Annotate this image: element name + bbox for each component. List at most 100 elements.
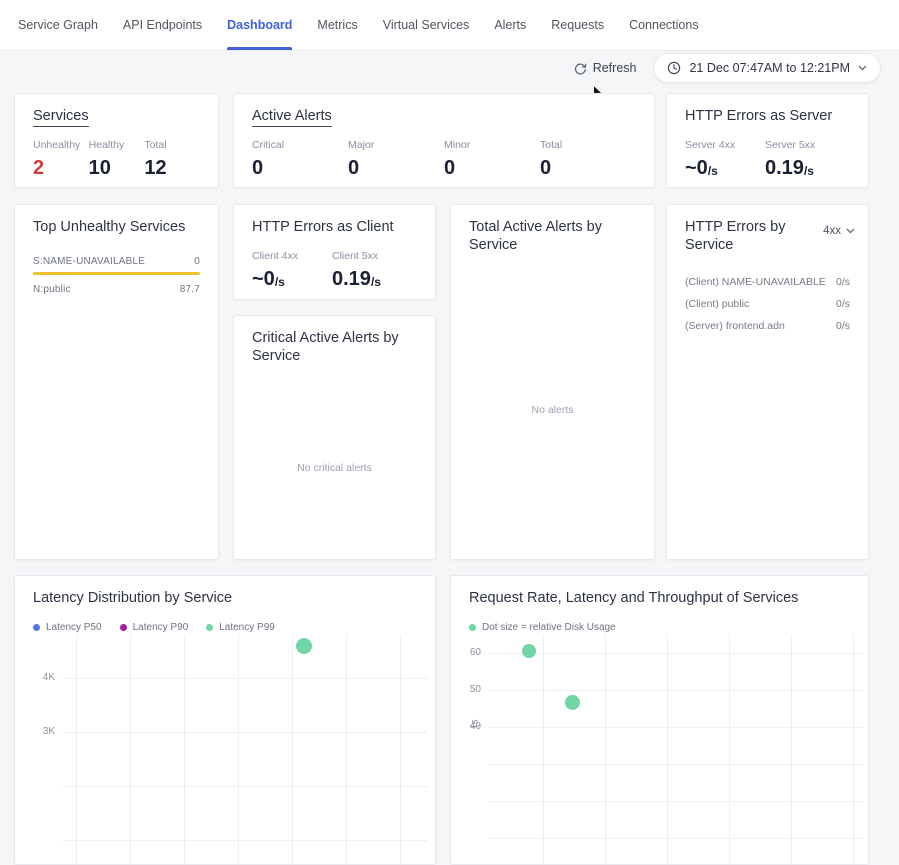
error-class-dropdown[interactable]: 4xx bbox=[823, 225, 855, 237]
stat-client-4xx: Client 4xx ~0/s bbox=[252, 250, 332, 289]
critical-alerts-by-service-card: Critical Active Alerts by Service No cri… bbox=[233, 315, 436, 560]
stat-healthy: Healthy 10 bbox=[89, 139, 145, 178]
stat-value: 12 bbox=[144, 158, 200, 178]
tab-alerts[interactable]: Alerts bbox=[494, 0, 526, 50]
unhealthy-services-list: S:NAME-UNAVAILABLE 0 N:public 87.7 bbox=[33, 256, 200, 295]
data-point[interactable] bbox=[565, 695, 580, 710]
stat-value-number: 0.19 bbox=[765, 157, 804, 179]
http-errors-server-card: HTTP Errors as Server Server 4xx ~0/s Se… bbox=[666, 93, 869, 188]
active-alerts-stats: Critical 0 Major 0 Minor 0 Total 0 bbox=[252, 139, 636, 178]
legend-dot bbox=[33, 624, 40, 631]
stat-label: Server 4xx bbox=[685, 139, 765, 151]
refresh-label: Refresh bbox=[593, 61, 637, 75]
list-item[interactable]: N:public 87.7 bbox=[33, 284, 200, 295]
tab-metrics[interactable]: Metrics bbox=[317, 0, 357, 50]
http-server-stats: Server 4xx ~0/s Server 5xx 0.19/s bbox=[685, 139, 850, 178]
stat-value: 2 bbox=[33, 158, 89, 178]
tab-requests[interactable]: Requests bbox=[551, 0, 604, 50]
request-rate-card: Request Rate, Latency and Throughput of … bbox=[450, 575, 869, 865]
stat-label: Critical bbox=[252, 139, 348, 151]
http-client-stats: Client 4xx ~0/s Client 5xx 0.19/s bbox=[252, 250, 417, 289]
data-point[interactable] bbox=[522, 644, 536, 658]
total-alerts-by-service-card: Total Active Alerts by Service No alerts bbox=[450, 204, 655, 560]
row-name: (Client) public bbox=[685, 298, 749, 310]
legend-item-disk-usage[interactable]: Dot size = relative Disk Usage bbox=[469, 622, 616, 633]
row-value: 0/s bbox=[836, 320, 850, 332]
y-tick-label: 4K bbox=[29, 672, 55, 683]
legend-dot bbox=[469, 624, 476, 631]
stat-label: Client 4xx bbox=[252, 250, 332, 262]
legend-label: Dot size = relative Disk Usage bbox=[482, 622, 616, 633]
service-name: N:public bbox=[33, 284, 71, 295]
services-summary-card: Services Unhealthy 2 Healthy 10 Total 12 bbox=[14, 93, 219, 188]
card-title: Services bbox=[33, 107, 200, 125]
stat-label: Major bbox=[348, 139, 444, 151]
stat-value-number: ~0 bbox=[685, 157, 708, 179]
legend-item-p99[interactable]: Latency P99 bbox=[206, 622, 275, 633]
stat-major: Major 0 bbox=[348, 139, 444, 178]
stat-server-4xx: Server 4xx ~0/s bbox=[685, 139, 765, 178]
stat-value: 0.19/s bbox=[332, 269, 412, 289]
card-title: HTTP Errors as Server bbox=[685, 107, 850, 125]
card-title: Request Rate, Latency and Throughput of … bbox=[469, 589, 850, 607]
refresh-button[interactable]: Refresh bbox=[574, 61, 637, 75]
stat-label: Healthy bbox=[89, 139, 145, 151]
table-row: (Client) NAME-UNAVAILABLE 0/s bbox=[685, 276, 850, 288]
active-alerts-summary-card: Active Alerts Critical 0 Major 0 Minor 0… bbox=[233, 93, 655, 188]
stat-value: ~0/s bbox=[252, 269, 332, 289]
card-title: Active Alerts bbox=[252, 107, 636, 125]
y-axis-label: (s bbox=[470, 719, 481, 727]
chart-legend: Latency P50 Latency P90 Latency P99 bbox=[33, 622, 417, 633]
y-tick-label: 60 bbox=[455, 647, 481, 658]
row-value: 0/s bbox=[836, 298, 850, 310]
list-item[interactable]: S:NAME-UNAVAILABLE 0 bbox=[33, 256, 200, 275]
service-name: S:NAME-UNAVAILABLE bbox=[33, 256, 145, 267]
http-errors-client-card: HTTP Errors as Client Client 4xx ~0/s Cl… bbox=[233, 204, 436, 300]
tab-service-graph[interactable]: Service Graph bbox=[18, 0, 98, 50]
chart-legend: Dot size = relative Disk Usage bbox=[469, 622, 850, 633]
legend-label: Latency P90 bbox=[133, 622, 189, 633]
tab-api-endpoints[interactable]: API Endpoints bbox=[123, 0, 202, 50]
legend-item-p90[interactable]: Latency P90 bbox=[120, 622, 189, 633]
card-title: Latency Distribution by Service bbox=[33, 589, 417, 607]
table-row: (Client) public 0/s bbox=[685, 298, 850, 310]
stat-total: Total 12 bbox=[144, 139, 200, 178]
stat-label: Server 5xx bbox=[765, 139, 845, 151]
card-title: Critical Active Alerts by Service bbox=[252, 329, 417, 365]
tab-connections[interactable]: Connections bbox=[629, 0, 699, 50]
data-point-p99[interactable] bbox=[296, 638, 312, 654]
stat-value: 0.19/s bbox=[765, 158, 845, 178]
toolbar: Refresh 21 Dec 07:47AM to 12:21PM bbox=[574, 53, 881, 83]
row-name: (Server) frontend.adn bbox=[685, 320, 785, 332]
request-scatter-plot bbox=[488, 634, 864, 865]
tab-dashboard[interactable]: Dashboard bbox=[227, 0, 292, 50]
stat-minor: Minor 0 bbox=[444, 139, 540, 178]
stat-label: Total bbox=[144, 139, 200, 151]
top-nav: Service Graph API Endpoints Dashboard Me… bbox=[0, 0, 899, 51]
service-value: 87.7 bbox=[180, 284, 200, 295]
legend-item-p50[interactable]: Latency P50 bbox=[33, 622, 102, 633]
chevron-down-icon bbox=[858, 65, 867, 71]
error-rows: (Client) NAME-UNAVAILABLE 0/s (Client) p… bbox=[685, 276, 850, 332]
service-health-bar bbox=[33, 272, 200, 275]
stat-value: 0 bbox=[444, 158, 540, 178]
empty-state-text: No critical alerts bbox=[234, 462, 435, 474]
table-row: (Server) frontend.adn 0/s bbox=[685, 320, 850, 332]
stat-label: Client 5xx bbox=[332, 250, 412, 262]
card-title: HTTP Errors as Client bbox=[252, 218, 417, 236]
stat-critical: Critical 0 bbox=[252, 139, 348, 178]
tab-virtual-services[interactable]: Virtual Services bbox=[383, 0, 470, 50]
card-title: Total Active Alerts by Service bbox=[469, 218, 636, 254]
y-tick-label: 3K bbox=[29, 726, 55, 737]
stat-value-number: 0.19 bbox=[332, 268, 371, 290]
stat-value: 0 bbox=[540, 158, 636, 178]
time-range-picker[interactable]: 21 Dec 07:47AM to 12:21PM bbox=[653, 53, 881, 83]
legend-dot bbox=[206, 624, 213, 631]
top-unhealthy-services-card: Top Unhealthy Services S:NAME-UNAVAILABL… bbox=[14, 204, 219, 560]
legend-label: Latency P50 bbox=[46, 622, 102, 633]
dashboard-page: Service Graph API Endpoints Dashboard Me… bbox=[0, 0, 899, 734]
stat-label: Minor bbox=[444, 139, 540, 151]
clock-icon bbox=[667, 61, 681, 75]
dropdown-value: 4xx bbox=[823, 225, 841, 237]
stat-label: Unhealthy bbox=[33, 139, 89, 151]
